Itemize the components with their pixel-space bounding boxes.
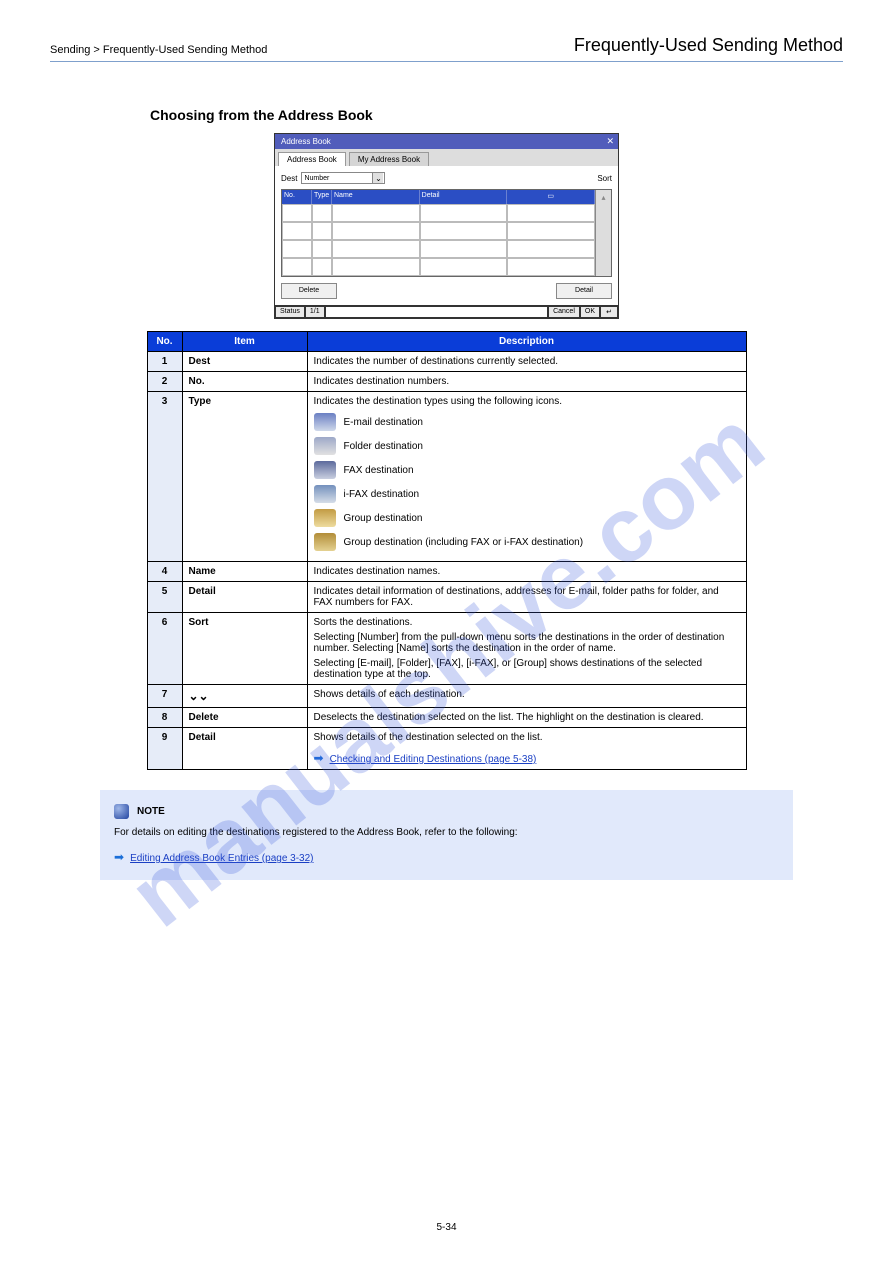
- breadcrumb: Sending > Frequently-Used Sending Method: [50, 44, 267, 56]
- status-cell-status: Status: [275, 306, 305, 318]
- col-no: No.: [282, 190, 312, 204]
- dialog-title: Address Book: [281, 137, 331, 146]
- status-cell-page: 1/1: [305, 306, 325, 318]
- table-row: 7 ⌄⌄ Shows details of each destination.: [147, 685, 746, 708]
- sort-value: Number: [302, 175, 329, 182]
- table-row: 9 Detail Shows details of the destinatio…: [147, 728, 746, 770]
- enter-icon[interactable]: ↵: [600, 306, 618, 318]
- group-dest-icon: [314, 509, 336, 527]
- page-header: Sending > Frequently-Used Sending Method…: [50, 35, 843, 62]
- ifax-dest-icon: [314, 485, 336, 503]
- destination-table: No. Type Name Detail ▭ ▴: [281, 189, 612, 277]
- table-row: 2 No. Indicates destination numbers.: [147, 372, 746, 392]
- col-detail: Detail: [420, 190, 508, 204]
- dialog-statusbar: Status 1/1 Cancel OK ↵: [275, 305, 618, 318]
- delete-button[interactable]: Delete: [281, 283, 337, 299]
- link-editing-address-book[interactable]: Editing Address Book Entries (page 3-32): [130, 853, 313, 864]
- note-body: For details on editing the destinations …: [114, 825, 779, 840]
- group-fax-dest-icon: [314, 533, 336, 551]
- dest-label: Dest: [281, 174, 297, 183]
- scrollbar[interactable]: [595, 204, 611, 276]
- sort-label: Sort: [597, 174, 612, 183]
- table-row: 1 Dest Indicates the number of destinati…: [147, 352, 746, 372]
- note-title: NOTE: [137, 804, 165, 819]
- note-icon: [114, 804, 129, 819]
- close-icon[interactable]: ✕: [606, 136, 614, 147]
- dialog-titlebar: Address Book ✕: [275, 134, 618, 149]
- page-title: Frequently-Used Sending Method: [574, 35, 843, 56]
- table-row: 4 Name Indicates destination names.: [147, 562, 746, 582]
- folder-dest-icon: [314, 437, 336, 455]
- scroll-up-icon[interactable]: ▴: [595, 190, 611, 204]
- cancel-button[interactable]: Cancel: [548, 306, 580, 318]
- table-row: 3 Type Indicates the destination types u…: [147, 392, 746, 562]
- page-number: 5-34: [0, 1222, 893, 1233]
- table-row: 5 Detail Indicates detail information of…: [147, 582, 746, 613]
- desc-intro: Indicates the destination types using th…: [314, 396, 740, 407]
- address-book-dialog: Address Book ✕ Address Book My Address B…: [274, 133, 619, 319]
- chevron-down-icon: ⌄: [372, 173, 383, 183]
- description-table: No. Item Description 1 Dest Indicates th…: [147, 331, 747, 770]
- col-type: Type: [312, 190, 332, 204]
- detail-button[interactable]: Detail: [556, 283, 612, 299]
- sort-select[interactable]: Number ⌄: [301, 172, 385, 184]
- email-dest-icon: [314, 413, 336, 431]
- chevron-down-icon: ⌄⌄: [189, 689, 209, 703]
- th-desc: Description: [307, 332, 746, 352]
- table-row: 8 Delete Deselects the destination selec…: [147, 708, 746, 728]
- tab-address-book[interactable]: Address Book: [278, 152, 346, 166]
- link-checking-editing[interactable]: Checking and Editing Destinations (page …: [330, 754, 537, 765]
- ok-button[interactable]: OK: [580, 306, 600, 318]
- col-name: Name: [332, 190, 420, 204]
- fax-dest-icon: [314, 461, 336, 479]
- col-expand-icon[interactable]: ▭: [507, 190, 595, 204]
- dialog-tabs: Address Book My Address Book: [275, 149, 618, 166]
- th-no: No.: [147, 332, 182, 352]
- note-box: NOTE For details on editing the destinat…: [100, 790, 793, 880]
- th-item: Item: [182, 332, 307, 352]
- tab-my-address-book[interactable]: My Address Book: [349, 152, 429, 166]
- section-title: Choosing from the Address Book: [50, 107, 843, 123]
- table-row: 6 Sort Sorts the destinations. Selecting…: [147, 613, 746, 685]
- status-cell-spacer: [325, 306, 548, 318]
